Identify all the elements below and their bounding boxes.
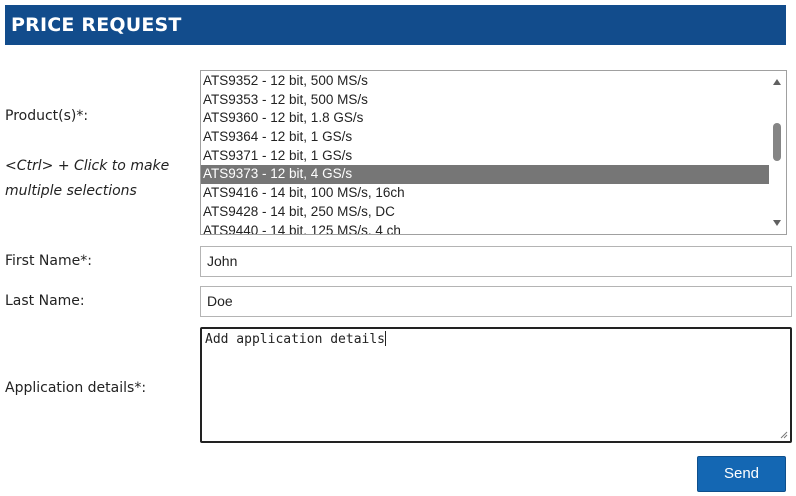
resize-grip-icon[interactable]: [780, 431, 788, 439]
products-listbox[interactable]: ATS9352 - 12 bit, 500 MS/s ATS9353 - 12 b…: [200, 70, 787, 235]
first-name-field[interactable]: John: [200, 246, 792, 277]
product-option[interactable]: ATS9364 - 12 bit, 1 GS/s: [201, 128, 769, 147]
page-title: PRICE REQUEST: [11, 14, 182, 36]
product-option[interactable]: ATS9352 - 12 bit, 500 MS/s: [201, 72, 769, 91]
product-option[interactable]: ATS9440 - 14 bit, 125 MS/s, 4 ch: [201, 222, 769, 235]
products-hint-line-1: <Ctrl> + Click to make: [5, 158, 170, 174]
product-option[interactable]: ATS9428 - 14 bit, 250 MS/s, DC: [201, 203, 769, 222]
product-option[interactable]: ATS9373 - 12 bit, 4 GS/s: [201, 165, 769, 185]
application-details-field[interactable]: Add application details: [200, 327, 792, 443]
last-name-label: Last Name:: [5, 293, 85, 309]
products-options: ATS9352 - 12 bit, 500 MS/s ATS9353 - 12 b…: [201, 72, 769, 235]
products-hint-line-2: multiple selections: [5, 183, 137, 199]
products-label: Product(s)*:: [5, 108, 89, 124]
product-option[interactable]: ATS9416 - 14 bit, 100 MS/s, 16ch: [201, 184, 769, 203]
first-name-label: First Name*:: [5, 253, 92, 269]
listbox-scrollbar[interactable]: [769, 71, 786, 234]
last-name-field[interactable]: Doe: [200, 286, 792, 317]
scroll-down-arrow-icon[interactable]: [773, 220, 781, 226]
page-header: PRICE REQUEST: [5, 5, 786, 45]
product-option[interactable]: ATS9360 - 12 bit, 1.8 GS/s: [201, 109, 769, 128]
product-option[interactable]: ATS9353 - 12 bit, 500 MS/s: [201, 91, 769, 110]
products-hint: <Ctrl> + Click to make multiple selectio…: [5, 154, 169, 204]
send-button[interactable]: Send: [697, 456, 786, 492]
application-details-text: Add application details: [205, 332, 386, 347]
application-details-label: Application details*:: [5, 380, 147, 396]
text-caret: [385, 331, 387, 346]
product-option[interactable]: ATS9371 - 12 bit, 1 GS/s: [201, 147, 769, 166]
scroll-up-arrow-icon[interactable]: [773, 79, 781, 85]
scrollbar-thumb[interactable]: [773, 123, 781, 161]
